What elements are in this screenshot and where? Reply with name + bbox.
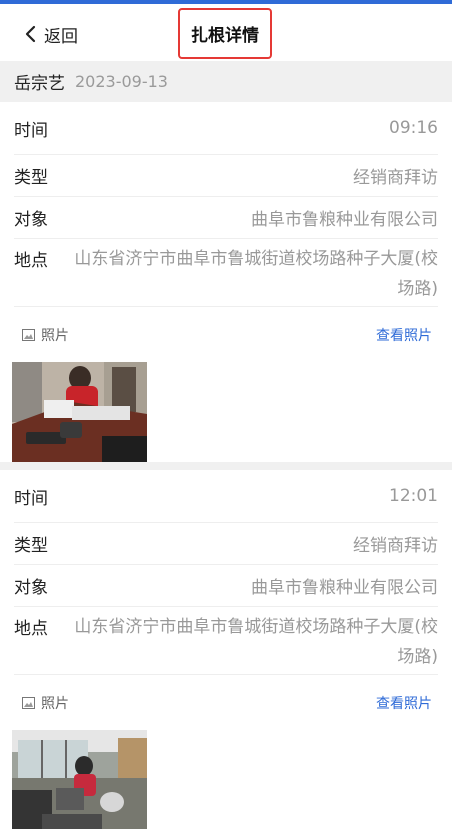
record-card: 时间 09:16 类型 经销商拜访 对象 曲阜市鲁粮种业有限公司 地点 山东省济… [0,102,452,462]
target-label: 对象 [14,577,48,598]
user-date-bar: 岳宗艺 2023-09-13 [0,61,452,102]
photo-label: 照片 [41,328,69,344]
title-highlight-box: 扎根详情 [178,8,272,59]
type-label: 类型 [14,535,48,556]
time-value: 12:01 [389,486,438,506]
photo-title: 照片 [22,693,69,713]
record-card: 时间 12:01 类型 经销商拜访 对象 曲阜市鲁粮种业有限公司 地点 山东省济… [0,470,452,829]
type-row: 类型 经销商拜访 [14,154,438,197]
photo-header: 照片 查看照片 [22,324,432,346]
type-row: 类型 经销商拜访 [14,522,438,565]
view-photos-link[interactable]: 查看照片 [376,325,432,345]
user-name: 岳宗艺 [14,74,65,94]
time-label: 时间 [14,488,48,509]
photo-thumbnail[interactable] [12,362,147,462]
back-button[interactable]: 返回 [24,22,78,47]
location-row: 地点 山东省济宁市曲阜市鲁城街道校场路种子大厦(校场路) [14,612,438,675]
target-label: 对象 [14,209,48,230]
time-value: 09:16 [389,118,438,138]
page-title: 扎根详情 [191,26,259,46]
time-label: 时间 [14,120,48,141]
photo-title: 照片 [22,325,69,345]
visit-date: 2023-09-13 [75,72,168,91]
photo-label: 照片 [41,696,69,712]
nav-header: 返回 扎根详情 [0,4,452,61]
type-value: 经销商拜访 [353,535,438,556]
view-photos-link[interactable]: 查看照片 [376,693,432,713]
target-value: 曲阜市鲁粮种业有限公司 [251,577,438,598]
record-divider [0,462,452,470]
back-label: 返回 [44,26,78,47]
location-value: 山东省济宁市曲阜市鲁城街道校场路种子大厦(校场路) [74,249,438,299]
location-label: 地点 [14,251,48,271]
time-row: 时间 09:16 [14,102,438,155]
photo-thumbnail[interactable] [12,730,147,829]
location-label: 地点 [14,619,48,639]
image-icon [22,697,35,709]
target-row: 对象 曲阜市鲁粮种业有限公司 [14,196,438,239]
target-row: 对象 曲阜市鲁粮种业有限公司 [14,564,438,607]
time-row: 时间 12:01 [14,470,438,523]
type-label: 类型 [14,167,48,188]
location-value: 山东省济宁市曲阜市鲁城街道校场路种子大厦(校场路) [74,617,438,667]
type-value: 经销商拜访 [353,167,438,188]
photo-header: 照片 查看照片 [22,692,432,714]
image-icon [22,329,35,341]
target-value: 曲阜市鲁粮种业有限公司 [251,209,438,230]
location-row: 地点 山东省济宁市曲阜市鲁城街道校场路种子大厦(校场路) [14,244,438,307]
chevron-left-icon [25,25,36,43]
